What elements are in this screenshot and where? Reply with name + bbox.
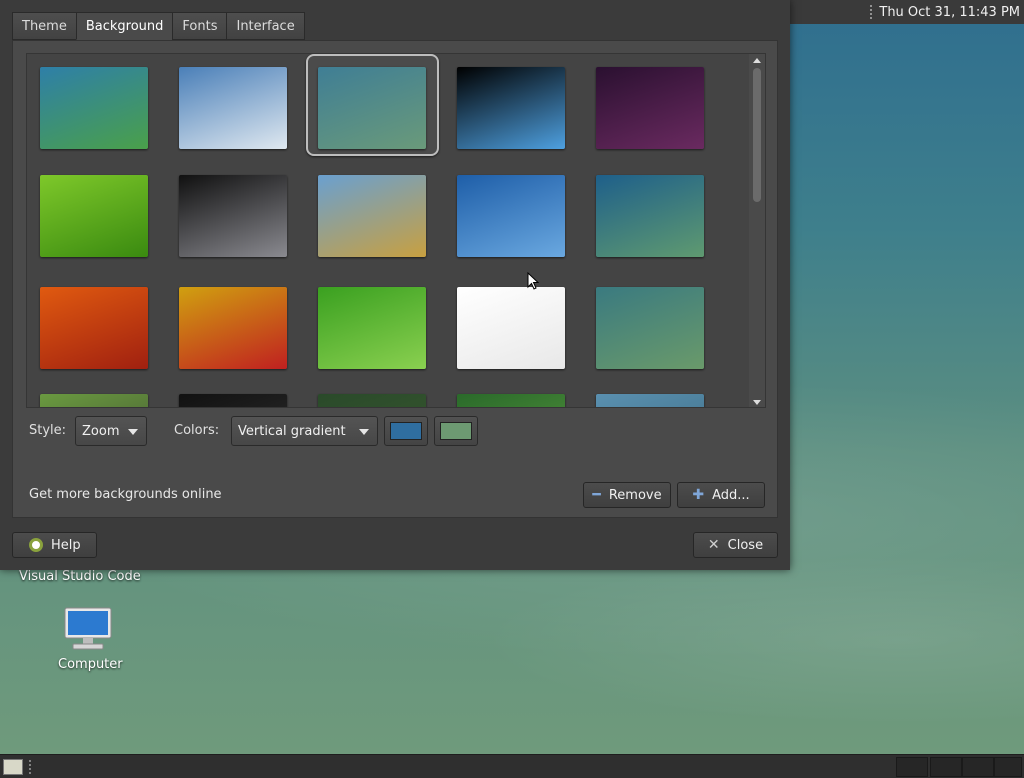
top-panel: Thu Oct 31, 11:43 PM	[784, 0, 1024, 24]
appearance-dialog: Theme Background Fonts Interface Style: …	[0, 0, 790, 570]
close-icon: ✕	[707, 537, 720, 553]
workspace-1[interactable]	[896, 757, 928, 777]
plus-icon: ✚	[692, 487, 705, 503]
file-manager-icon[interactable]	[3, 759, 23, 775]
background-thumbnail-partial[interactable]	[40, 394, 148, 407]
colors-label: Colors:	[174, 423, 220, 438]
color2-swatch	[440, 422, 472, 440]
tab-fonts[interactable]: Fonts	[172, 12, 227, 40]
help-icon	[29, 538, 43, 552]
scroll-up-arrow[interactable]	[753, 58, 761, 63]
background-thumbnail-space-arch[interactable]	[596, 67, 704, 149]
chevron-down-icon	[128, 429, 138, 435]
remove-button-label: Remove	[608, 487, 662, 503]
style-label: Style:	[29, 423, 67, 438]
add-button-label: Add...	[712, 487, 750, 503]
background-thumbnail-green-grass[interactable]	[318, 287, 426, 369]
background-thumbnail-partial[interactable]	[318, 394, 426, 407]
chevron-down-icon	[359, 429, 369, 435]
color1-button[interactable]	[384, 416, 428, 446]
background-panel: Style: Zoom Colors: Vertical gradient Ge…	[12, 40, 778, 518]
workspace-2[interactable]	[930, 757, 962, 777]
tab-interface[interactable]: Interface	[226, 12, 305, 40]
computer-icon[interactable]	[63, 606, 113, 652]
panel-grip[interactable]	[869, 4, 874, 20]
background-thumbnail-spiral-galaxy[interactable]	[179, 175, 287, 257]
workspace-3[interactable]	[962, 757, 994, 777]
help-button-label: Help	[51, 537, 81, 553]
style-select-value: Zoom	[82, 423, 120, 439]
remove-button[interactable]: ━ Remove	[583, 482, 671, 508]
mouse-cursor-icon	[527, 272, 539, 290]
background-thumbnail-partial[interactable]	[596, 394, 704, 407]
background-thumbnail-red-flower[interactable]	[179, 287, 287, 369]
colors-select[interactable]: Vertical gradient	[231, 416, 378, 446]
scroll-down-arrow[interactable]	[753, 400, 761, 405]
close-button[interactable]: ✕ Close	[693, 532, 778, 558]
bottom-taskbar	[0, 754, 1024, 778]
tab-background[interactable]: Background	[75, 12, 173, 40]
background-thumbnail-orange-flower[interactable]	[40, 287, 148, 369]
background-thumbnail-teal-bubbles[interactable]	[596, 175, 704, 257]
background-gallery[interactable]	[26, 53, 766, 408]
color2-button[interactable]	[434, 416, 478, 446]
background-thumbnail-water-drop[interactable]	[179, 67, 287, 149]
background-thumbnail-blue-waves[interactable]	[457, 175, 565, 257]
background-thumbnail-white-logo[interactable]	[457, 287, 565, 369]
background-thumbnail-vertical-gradient-selected[interactable]	[318, 67, 426, 149]
gallery-scrollbar[interactable]	[749, 54, 765, 407]
colors-select-value: Vertical gradient	[238, 423, 346, 439]
background-thumbnail-arch-prism[interactable]	[457, 67, 565, 149]
workspace-4[interactable]	[994, 757, 1022, 777]
clock[interactable]: Thu Oct 31, 11:43 PM	[879, 5, 1020, 20]
tab-bar: Theme Background Fonts Interface	[12, 12, 305, 40]
tab-theme[interactable]: Theme	[12, 12, 76, 40]
add-button[interactable]: ✚ Add...	[677, 482, 765, 508]
more-backgrounds-link[interactable]: Get more backgrounds online	[29, 487, 222, 502]
taskbar-grip[interactable]	[28, 759, 32, 775]
background-thumbnail-green-leaf[interactable]	[40, 175, 148, 257]
background-thumbnail-partial[interactable]	[457, 394, 565, 407]
style-select[interactable]: Zoom	[75, 416, 147, 446]
minus-icon: ━	[592, 487, 601, 503]
background-thumbnail-partial[interactable]	[179, 394, 287, 407]
close-button-label: Close	[727, 537, 764, 553]
background-thumbnail-gradient-swirl[interactable]	[596, 287, 704, 369]
background-thumbnail-blue-green-gradient[interactable]	[40, 67, 148, 149]
scrollbar-thumb[interactable]	[753, 68, 761, 202]
desktop-icon-computer-label[interactable]: Computer	[58, 657, 123, 672]
color1-swatch	[390, 422, 422, 440]
desktop-icon-vscode-label[interactable]: Visual Studio Code	[19, 569, 141, 584]
background-thumbnail-wheat-field[interactable]	[318, 175, 426, 257]
help-button[interactable]: Help	[12, 532, 97, 558]
